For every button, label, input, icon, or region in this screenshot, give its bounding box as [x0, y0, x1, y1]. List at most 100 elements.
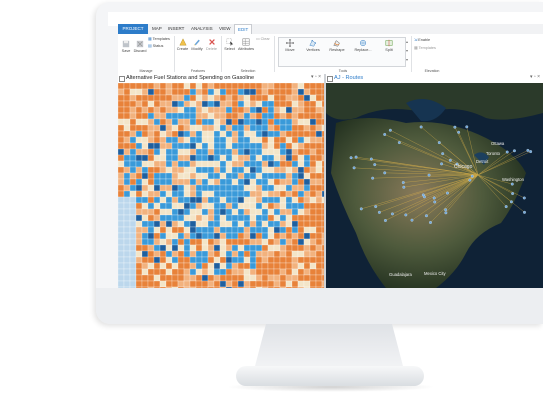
- split-button[interactable]: Split: [378, 39, 400, 52]
- tract-polygon: [243, 166, 251, 174]
- discard-button[interactable]: Discard: [133, 40, 147, 53]
- right-map-pane: AJ - Routes ▾ ▫ × Ottawa Toronto Detroit…: [326, 74, 543, 288]
- tract-polygon: [201, 83, 209, 90]
- status-button[interactable]: ▤ Status: [148, 43, 163, 48]
- tract-polygon: [177, 214, 185, 222]
- tract-polygon: [315, 136, 323, 144]
- attributes-button[interactable]: Attributes: [237, 38, 255, 51]
- tract-polygon: [255, 208, 263, 216]
- tract-polygon: [195, 262, 203, 270]
- tract-polygon: [243, 178, 251, 186]
- move-button[interactable]: Move: [280, 39, 300, 52]
- clear-button[interactable]: ▭ Clear: [256, 36, 270, 41]
- tract-polygon: [255, 112, 263, 120]
- tab-edit[interactable]: EDIT: [234, 24, 253, 34]
- tract-polygon: [123, 184, 131, 192]
- routes-map[interactable]: Ottawa Toronto Detroit Chicago Washingto…: [326, 83, 543, 288]
- label-guadalajara: Guadalajara: [389, 272, 412, 277]
- tract-polygon: [135, 118, 143, 126]
- tract-polygon: [207, 154, 215, 162]
- tract-polygon: [201, 136, 209, 144]
- templates-button[interactable]: ▦ Templates: [148, 36, 170, 41]
- tract-polygon: [118, 112, 125, 120]
- tract-polygon: [309, 268, 317, 276]
- tract-polygon: [285, 130, 293, 138]
- tract-polygon: [225, 88, 233, 96]
- tract-polygon: [183, 184, 191, 192]
- tract-polygon: [123, 256, 131, 264]
- tract-polygon: [273, 118, 281, 126]
- create-button[interactable]: Create: [176, 38, 189, 51]
- choropleth-map[interactable]: [118, 83, 324, 288]
- tract-polygon: [165, 262, 173, 270]
- tract-polygon: [321, 190, 324, 198]
- tract-polygon: [315, 256, 323, 264]
- tract-polygon: [201, 154, 209, 162]
- tract-polygon: [315, 196, 323, 204]
- modify-button[interactable]: Modify: [190, 38, 204, 51]
- tab-view[interactable]: VIEW: [219, 26, 231, 31]
- delete-button[interactable]: Delete: [205, 38, 218, 51]
- pane-checkbox[interactable]: [327, 75, 333, 82]
- tract-polygon: [177, 202, 185, 210]
- tract-polygon: [213, 268, 221, 276]
- gallery-scroll[interactable]: ▴ ▾ ▾: [405, 37, 409, 65]
- vertices-button[interactable]: Vertices: [302, 39, 324, 52]
- enable-button[interactable]: ⇲ Enable: [414, 37, 430, 42]
- tract-polygon: [165, 214, 173, 222]
- left-pane-controls[interactable]: ▾ ▫ ×: [311, 74, 321, 80]
- right-pane-controls[interactable]: ▾ ▫ ×: [530, 74, 540, 80]
- tab-project[interactable]: PROJECT: [118, 24, 148, 34]
- tab-map[interactable]: MAP: [152, 26, 162, 31]
- monitor-chin: [96, 288, 543, 324]
- tract-polygon: [303, 256, 311, 264]
- tract-polygon: [231, 208, 239, 216]
- tab-insert[interactable]: INSERT: [168, 26, 184, 31]
- tract-polygon: [153, 232, 161, 240]
- reshape-button[interactable]: Reshape: [326, 39, 348, 52]
- tract-polygon: [285, 220, 293, 228]
- tract-polygon: [195, 94, 203, 102]
- pane-checkbox[interactable]: [119, 75, 125, 82]
- tract-polygon: [273, 178, 281, 186]
- tract-polygon: [309, 142, 317, 150]
- tract-polygon: [135, 166, 143, 174]
- replace-button[interactable]: Replace...: [350, 39, 376, 52]
- tract-polygon: [219, 280, 227, 288]
- tract-polygon: [261, 238, 269, 246]
- tract-polygon: [135, 196, 143, 204]
- tract-polygon: [231, 286, 239, 288]
- clear-icon: ▭: [256, 37, 260, 41]
- choropleth-canvas: [118, 83, 324, 288]
- tract-polygon: [159, 160, 167, 168]
- tract-polygon: [141, 262, 149, 270]
- tract-polygon: [129, 124, 137, 132]
- tract-polygon: [183, 262, 191, 270]
- tract-polygon: [177, 274, 185, 282]
- tract-polygon: [213, 202, 221, 210]
- tract-polygon: [201, 178, 209, 186]
- tract-polygon: [177, 196, 185, 204]
- select-icon: [226, 38, 233, 46]
- routes-canvas: Ottawa Toronto Detroit Chicago Washingto…: [326, 83, 543, 288]
- tract-polygon: [249, 94, 257, 102]
- tract-polygon: [237, 214, 245, 222]
- tract-polygon: [261, 262, 269, 270]
- tract-polygon: [261, 244, 269, 252]
- tract-polygon: [243, 250, 251, 258]
- tract-polygon: [153, 83, 161, 90]
- tract-polygon: [118, 88, 125, 96]
- tract-polygon: [159, 83, 167, 90]
- elevation-templates-button[interactable]: ▦ Templates: [414, 45, 436, 50]
- tract-polygon: [141, 83, 149, 90]
- save-button[interactable]: Save: [120, 40, 132, 53]
- tract-polygon: [123, 226, 131, 234]
- route-point: [349, 156, 353, 160]
- route-point: [505, 150, 509, 154]
- tract-polygon: [195, 286, 203, 288]
- tab-analysis[interactable]: ANALYSIS: [191, 26, 213, 31]
- tract-polygon: [159, 256, 167, 264]
- tract-polygon: [147, 88, 155, 96]
- tract-polygon: [141, 100, 149, 108]
- select-button[interactable]: Select: [223, 38, 236, 51]
